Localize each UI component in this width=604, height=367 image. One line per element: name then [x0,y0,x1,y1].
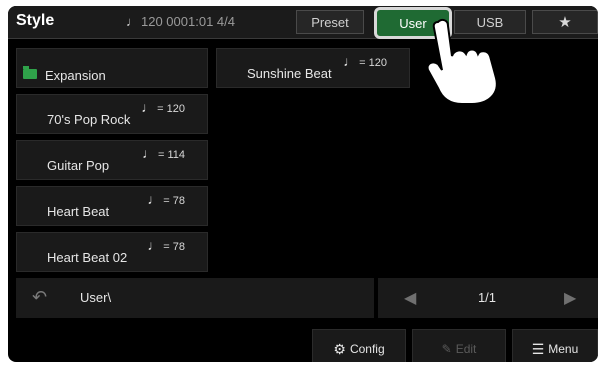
tempo-value: = 114 [157,149,185,161]
quarter-note-icon: ♩ [141,99,156,115]
header-bar: Style ♩ 120 0001:01 4/4 Preset User USB ★ [8,6,598,39]
edit-button[interactable]: ✎ Edit [412,329,506,362]
button-label: Menu [548,342,579,356]
style-tempo: ♩ = 78 [147,191,185,207]
triangle-right-icon[interactable]: ▶ [564,288,576,308]
style-tempo: ♩ = 120 [343,53,387,69]
triangle-left-icon[interactable]: ◀ [404,288,416,308]
style-screen: Style ♩ 120 0001:01 4/4 Preset User USB ★… [8,6,598,362]
quarter-note-icon: ♩ [147,191,162,207]
page-indicator: 1/1 [477,290,497,305]
tab-favorites[interactable]: ★ [532,10,598,34]
star-icon: ★ [558,14,572,31]
path-bar: ↶ User\ [16,278,374,318]
style-item[interactable]: ♩ = 120 70's Pop Rock [16,94,208,134]
pointing-hand-icon [426,18,498,105]
style-tempo: ♩ = 78 [147,237,185,253]
undo-arrow-icon[interactable]: ↶ [32,287,47,308]
button-label: Config [349,342,385,356]
style-name: 70's Pop Rock [47,112,131,127]
quarter-note-icon: ♩ [147,237,162,253]
style-item[interactable]: ♩ = 114 Guitar Pop [16,140,208,180]
style-tempo: ♩ = 114 [142,145,185,161]
edit-icon: ✎ [441,342,452,356]
menu-button[interactable]: ☰ Menu [512,329,598,362]
tempo-display: ♩ 120 0001:01 4/4 [126,14,235,29]
folder-name: Expansion [45,68,106,83]
tempo-value: = 78 [163,195,185,207]
folder-icon [23,66,37,79]
style-name: Heart Beat 02 [47,250,128,265]
quarter-note-icon: ♩ [343,53,358,69]
style-item[interactable]: ♩ = 120 Sunshine Beat [216,48,410,88]
style-name: Guitar Pop [47,158,110,173]
style-item[interactable]: ♩ = 78 Heart Beat [16,186,208,226]
style-tempo: ♩ = 120 [141,99,185,115]
config-button[interactable]: ⚙ Config [312,329,406,362]
tempo-value: = 120 [157,103,185,115]
quarter-note-icon: ♩ [141,145,156,161]
tempo-value: = 120 [359,57,387,69]
current-path: User\ [80,290,112,305]
button-label: Edit [455,342,477,356]
tab-preset[interactable]: Preset [296,10,364,34]
style-name: Sunshine Beat [247,66,332,81]
style-item[interactable]: ♩ = 78 Heart Beat 02 [16,232,208,272]
quarter-note-icon: ♩ [126,14,139,29]
page-title: Style [16,12,55,29]
folder-item-expansion[interactable]: Expansion [16,48,208,88]
hamburger-icon: ☰ [531,340,545,357]
style-name: Heart Beat [47,204,110,219]
tab-label: Preset [311,14,349,30]
pager: ◀ 1/1 ▶ [378,278,598,318]
tempo-meter-text: 120 0001:01 4/4 [141,14,235,29]
tempo-value: = 78 [163,241,185,253]
gear-icon: ⚙ [333,340,346,357]
